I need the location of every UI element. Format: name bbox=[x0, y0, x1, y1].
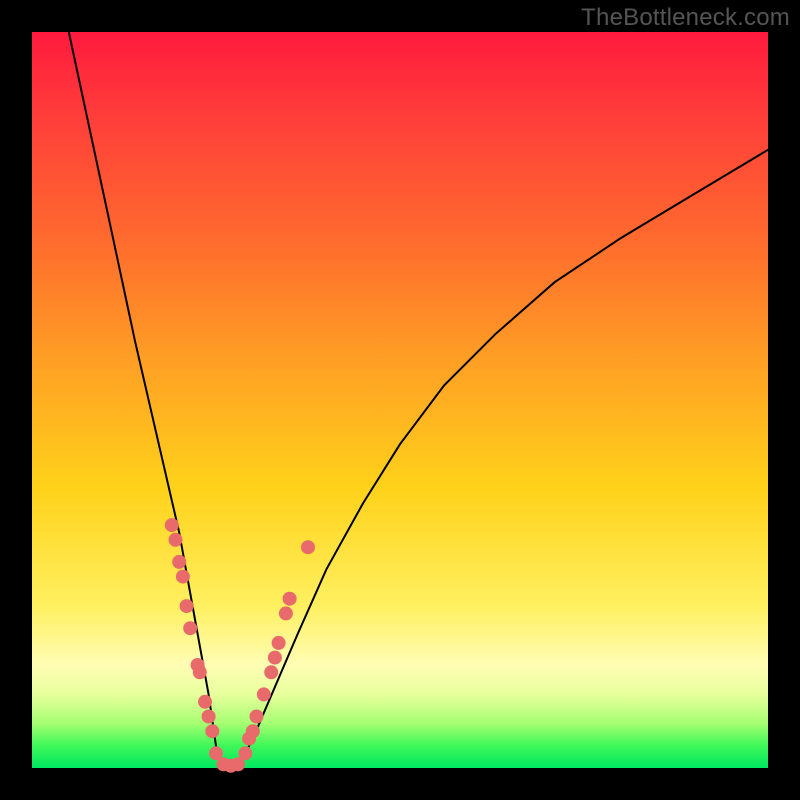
scatter-dot bbox=[264, 665, 278, 679]
scatter-dot bbox=[183, 621, 197, 635]
curve-left-branch bbox=[69, 32, 224, 768]
scatter-dot bbox=[257, 687, 271, 701]
scatter-dot bbox=[283, 592, 297, 606]
scatter-dot bbox=[246, 724, 260, 738]
scatter-dot bbox=[198, 695, 212, 709]
chart-svg bbox=[32, 32, 768, 768]
scatter-dot bbox=[238, 746, 252, 760]
scatter-dot bbox=[272, 636, 286, 650]
scatter-dot bbox=[176, 570, 190, 584]
chart-frame: TheBottleneck.com bbox=[0, 0, 800, 800]
scatter-dot bbox=[202, 710, 216, 724]
scatter-dot bbox=[205, 724, 219, 738]
scatter-dot bbox=[193, 665, 207, 679]
scatter-dot bbox=[268, 651, 282, 665]
scatter-dot bbox=[165, 518, 179, 532]
scatter-dot bbox=[172, 555, 186, 569]
scatter-dot bbox=[169, 533, 183, 547]
scatter-dot bbox=[301, 540, 315, 554]
scatter-dot bbox=[250, 710, 264, 724]
watermark-text: TheBottleneck.com bbox=[581, 4, 790, 32]
scatter-dot bbox=[279, 606, 293, 620]
plot-area bbox=[32, 32, 768, 768]
scatter-dot bbox=[180, 599, 194, 613]
curve-right-branch bbox=[238, 150, 768, 768]
